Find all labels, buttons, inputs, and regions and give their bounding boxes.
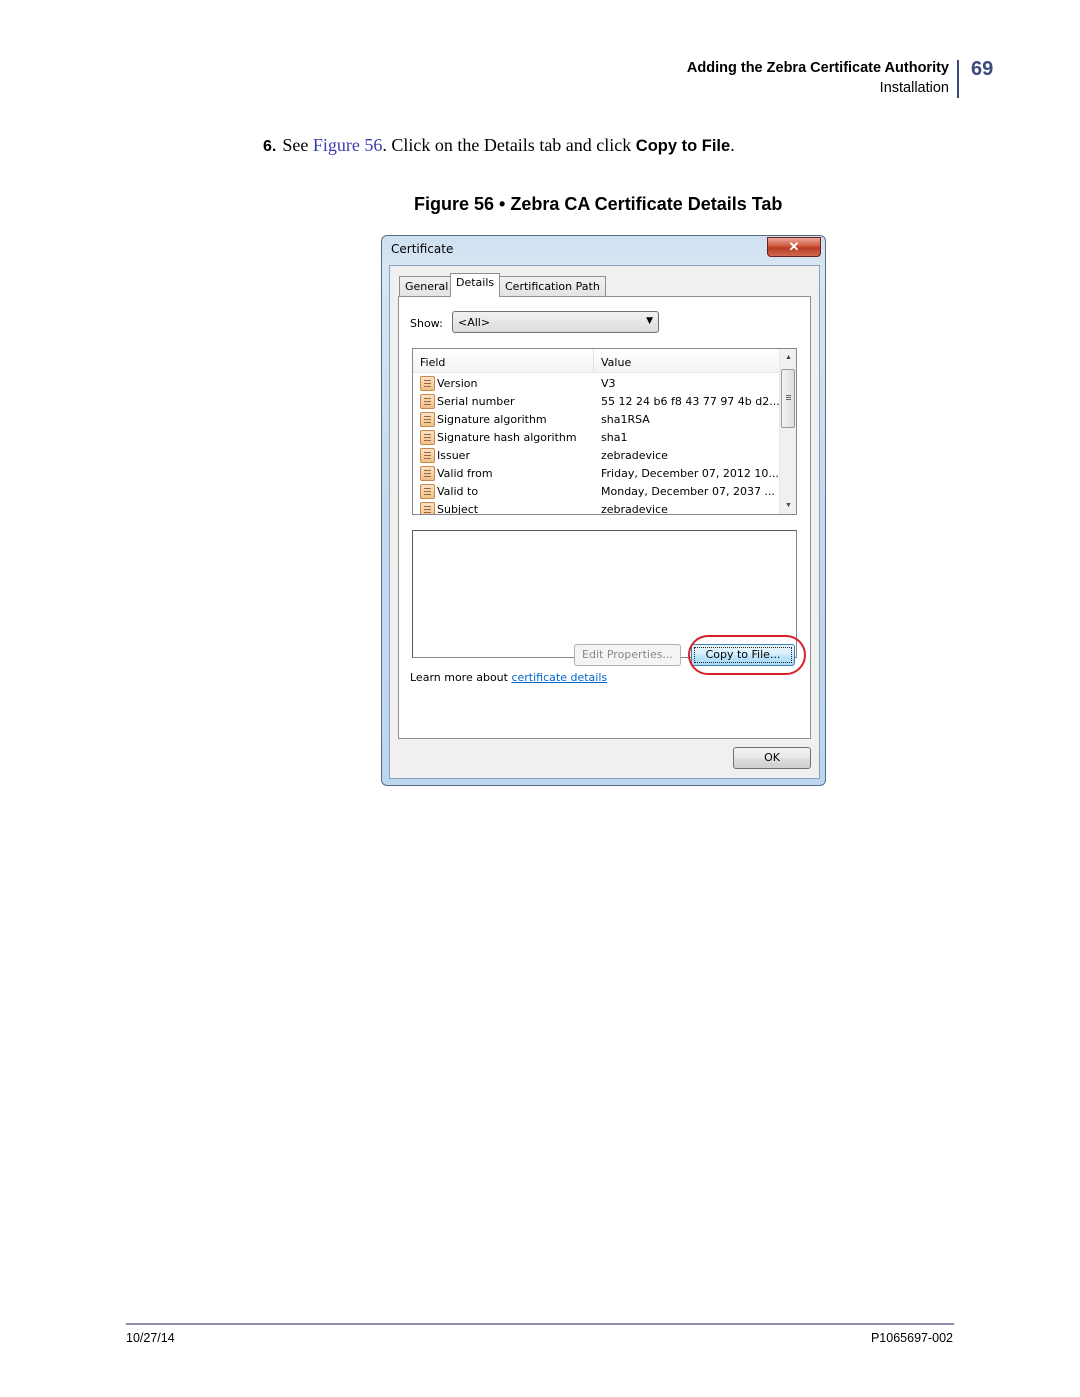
certificate-field-icon <box>420 394 435 409</box>
list-item[interactable]: Signature algorithm sha1RSA <box>413 411 779 429</box>
column-separator[interactable] <box>593 349 594 373</box>
certificate-field-icon <box>420 412 435 427</box>
list-item[interactable]: Subject zebradevice <box>413 501 779 515</box>
scrollbar-thumb[interactable] <box>781 369 795 428</box>
ok-button[interactable]: OK <box>733 747 811 769</box>
show-dropdown[interactable]: <All> ▼ <box>452 311 659 333</box>
certificate-field-icon <box>420 466 435 481</box>
step-text-after: . <box>730 135 735 155</box>
list-item[interactable]: Valid to Monday, December 07, 2037 ... <box>413 483 779 501</box>
figure-caption: Figure 56 • Zebra CA Certificate Details… <box>414 194 783 214</box>
tab-certification-path[interactable]: Certification Path <box>499 276 606 296</box>
step-bold-text: Copy to File <box>635 137 731 155</box>
footer-document-number: P1065697-002 <box>870 1331 953 1345</box>
edit-properties-button[interactable]: Edit Properties... <box>574 644 681 666</box>
subsection-title: Installation <box>879 80 949 96</box>
show-dropdown-value: <All> <box>458 316 491 329</box>
list-item[interactable]: Signature hash algorithm sha1 <box>413 429 779 447</box>
list-item[interactable]: Valid from Friday, December 07, 2012 10..… <box>413 465 779 483</box>
header-divider <box>957 60 959 98</box>
figure-link[interactable]: Figure 56 <box>313 135 383 155</box>
dialog-client-area: General Details Certification Path Show:… <box>389 265 820 779</box>
list-header: Field Value <box>413 349 779 373</box>
certificate-field-icon <box>420 502 435 514</box>
tab-details[interactable]: Details <box>450 273 501 297</box>
scroll-up-icon[interactable]: ▲ <box>780 349 796 366</box>
page-number: 69 <box>971 58 994 80</box>
field-value: zebradevice <box>601 503 668 515</box>
field-value: V3 <box>601 377 616 390</box>
certificate-fields-list[interactable]: Field Value Version V3 Serial number 55 12… <box>412 348 797 515</box>
field-value: sha1 <box>601 431 628 444</box>
list-item[interactable]: Issuer zebradevice <box>413 447 779 465</box>
certificate-field-icon <box>420 430 435 445</box>
list-item[interactable]: Version V3 <box>413 375 779 393</box>
certificate-field-icon <box>420 448 435 463</box>
field-value: Monday, December 07, 2037 ... <box>601 485 775 498</box>
footer-divider <box>126 1323 954 1325</box>
scroll-down-icon[interactable]: ▼ <box>780 497 796 514</box>
column-header-value[interactable]: Value <box>601 356 631 369</box>
field-value: sha1RSA <box>601 413 650 426</box>
field-value: 55 12 24 b6 f8 43 77 97 4b d2... <box>601 395 780 408</box>
field-name: Valid from <box>437 467 493 480</box>
show-label: Show: <box>410 317 443 330</box>
field-value: Friday, December 07, 2012 10... <box>601 467 779 480</box>
close-icon: ✕ <box>788 239 800 254</box>
chevron-down-icon: ▼ <box>646 316 653 326</box>
learn-more-text: Learn more about certificate details <box>410 671 607 684</box>
field-name: Subject <box>437 503 479 515</box>
list-rows: Version V3 Serial number 55 12 24 b6 f8 43… <box>413 375 780 515</box>
step-number: 6. <box>263 138 277 155</box>
step-text-before: See <box>282 135 313 155</box>
certificate-dialog: Certificate ✕ General Details Certificat… <box>381 235 826 786</box>
tab-general[interactable]: General <box>399 276 455 296</box>
learn-more-label: Learn more about <box>410 671 512 684</box>
field-detail-textbox[interactable] <box>412 530 797 658</box>
details-tab-panel: Show: <All> ▼ Field Value Version V3 Seri… <box>398 296 811 739</box>
field-value: zebradevice <box>601 449 668 462</box>
field-name: Valid to <box>437 485 479 498</box>
close-button[interactable]: ✕ <box>767 237 821 257</box>
section-title: Adding the Zebra Certificate Authority <box>686 60 949 76</box>
copy-to-file-button[interactable]: Copy to File... <box>691 644 795 666</box>
list-scrollbar[interactable]: ▲ ▼ <box>779 349 796 514</box>
dialog-title: Certificate <box>391 242 454 256</box>
step-text-middle: . Click on the Details tab and click <box>382 135 636 155</box>
certificate-details-link[interactable]: certificate details <box>511 671 607 684</box>
step-instruction: 6. See Figure 56. Click on the Details ta… <box>263 135 735 156</box>
certificate-field-icon <box>420 376 435 391</box>
field-name: Signature algorithm <box>437 413 547 426</box>
certificate-field-icon <box>420 484 435 499</box>
field-name: Serial number <box>437 395 515 408</box>
list-item[interactable]: Serial number 55 12 24 b6 f8 43 77 97 4b … <box>413 393 780 411</box>
column-header-field[interactable]: Field <box>420 356 445 369</box>
footer-date: 10/27/14 <box>126 1331 175 1345</box>
field-name: Signature hash algorithm <box>437 431 577 444</box>
field-name: Version <box>437 377 478 390</box>
field-name: Issuer <box>437 449 470 462</box>
